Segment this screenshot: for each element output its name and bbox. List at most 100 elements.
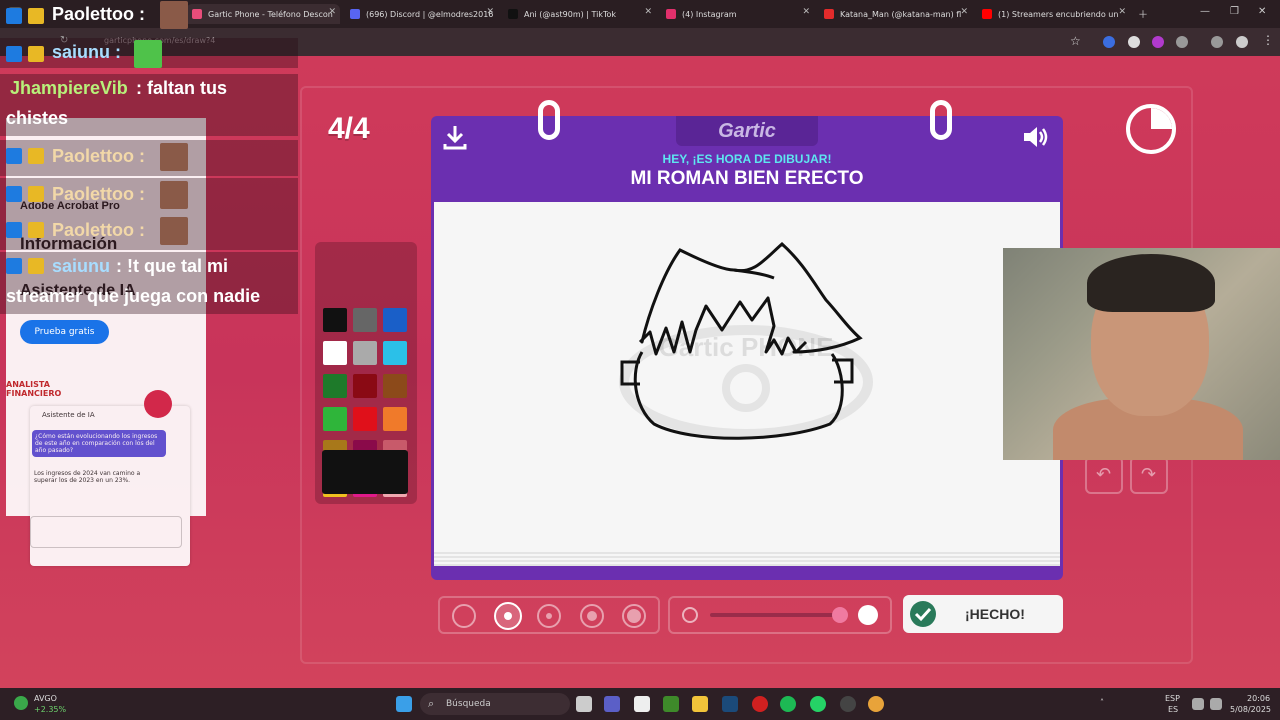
- slider-handle[interactable]: [832, 607, 848, 623]
- close-window-icon[interactable]: ✕: [1258, 6, 1266, 17]
- bookmark-star-icon[interactable]: ☆: [1070, 34, 1081, 48]
- app-icon[interactable]: [634, 696, 650, 712]
- ai-assistant-icon[interactable]: [144, 390, 172, 418]
- chat-username: JhampiereVib: [10, 78, 128, 98]
- slider-max-icon: [858, 605, 878, 625]
- close-tab-icon[interactable]: ✕: [802, 7, 810, 17]
- tab-katana[interactable]: Katana_Man (@katana-man) fl ✕: [818, 4, 972, 24]
- tab-discord[interactable]: (696) Discord | @elmodres2016 ✕: [344, 4, 498, 24]
- spotify-icon[interactable]: [780, 696, 796, 712]
- color-swatch[interactable]: [323, 407, 347, 431]
- drawing-canvas[interactable]: Gartic PHONE: [434, 202, 1060, 566]
- ai-question: ¿Cómo están evolucionando los ingresos d…: [32, 430, 166, 457]
- color-swatch[interactable]: [353, 341, 377, 365]
- media-control-icon[interactable]: [1211, 36, 1223, 48]
- extension-icon[interactable]: [1128, 36, 1140, 48]
- binder-ring-left: [538, 100, 560, 140]
- chrome-icon[interactable]: [868, 696, 884, 712]
- windows-start-icon[interactable]: [396, 696, 412, 712]
- color-swatch[interactable]: [323, 374, 347, 398]
- chat-message: chistes: [6, 108, 69, 128]
- minimize-icon[interactable]: —: [1200, 6, 1210, 17]
- color-swatch[interactable]: [383, 341, 407, 365]
- brush-size-4[interactable]: [580, 604, 604, 628]
- chat-username: saiunu :: [52, 42, 122, 62]
- color-swatch[interactable]: [383, 407, 407, 431]
- undo-icon: ↶: [1096, 464, 1112, 485]
- done-button[interactable]: ¡HECHO!: [903, 595, 1063, 633]
- brush-size-5[interactable]: [622, 604, 646, 628]
- redo-icon: ↷: [1141, 464, 1157, 485]
- teams-icon[interactable]: [604, 696, 620, 712]
- stock-widget-icon[interactable]: [14, 696, 28, 710]
- emote-icon: [134, 40, 162, 68]
- download-icon[interactable]: [440, 122, 470, 152]
- task-view-icon[interactable]: [576, 696, 592, 712]
- chat-line: Paolettoo :: [0, 140, 298, 176]
- badge-icon: [6, 186, 22, 202]
- steam-icon[interactable]: [722, 696, 738, 712]
- chat-line: chistes: [0, 104, 298, 136]
- instagram-favicon-icon: [666, 9, 676, 19]
- clock-date[interactable]: 5/08/2025: [1230, 705, 1271, 714]
- tab-instagram[interactable]: (4) Instagram ✕: [660, 4, 814, 24]
- taskbar-search[interactable]: ⌕ Búsqueda: [420, 693, 570, 715]
- record-icon[interactable]: [752, 696, 768, 712]
- timer-icon: [1126, 104, 1176, 154]
- canvas-edge: [434, 552, 1060, 566]
- minecraft-icon[interactable]: [663, 696, 679, 712]
- color-swatch[interactable]: [353, 407, 377, 431]
- close-tab-icon[interactable]: ✕: [960, 7, 968, 17]
- tab-tiktok[interactable]: Ani (@ast90m) | TikTok ✕: [502, 4, 656, 24]
- binder-ring-right: [930, 100, 952, 140]
- stock-change: +2.35%: [34, 705, 67, 714]
- color-swatch[interactable]: [323, 308, 347, 332]
- round-counter: 4/4: [328, 112, 370, 145]
- tray-chevron-icon[interactable]: ˄: [1100, 698, 1104, 707]
- new-tab-icon[interactable]: ＋: [1138, 6, 1148, 21]
- brush-size-1[interactable]: [452, 604, 476, 628]
- close-tab-icon[interactable]: ✕: [644, 7, 652, 17]
- color-swatch[interactable]: [383, 374, 407, 398]
- ai-answer: Los ingresos de 2024 van camino a supera…: [34, 470, 141, 484]
- color-swatch[interactable]: [383, 308, 407, 332]
- trial-button[interactable]: Prueba gratis: [20, 320, 109, 344]
- brush-size-2[interactable]: [494, 602, 522, 630]
- file-explorer-icon[interactable]: [692, 696, 708, 712]
- profile-avatar-icon[interactable]: [1236, 36, 1248, 48]
- maximize-icon[interactable]: ❐: [1230, 6, 1239, 17]
- extension-icon[interactable]: [1103, 36, 1115, 48]
- browser-menu-icon[interactable]: ⋮: [1262, 33, 1274, 47]
- badge-icon: [6, 46, 22, 62]
- brush-size-3[interactable]: [537, 604, 561, 628]
- obs-icon[interactable]: [840, 696, 856, 712]
- undo-button[interactable]: ↶: [1085, 456, 1123, 494]
- chat-line: Paolettoo :: [0, 0, 298, 30]
- language-1[interactable]: ESP: [1165, 694, 1180, 703]
- crown-icon: [28, 8, 44, 24]
- close-tab-icon[interactable]: ✕: [328, 7, 336, 17]
- close-tab-icon[interactable]: ✕: [1118, 7, 1126, 17]
- analyst-label: ANALISTA FINANCIERO: [6, 380, 62, 398]
- tab-youtube[interactable]: (1) Streamers encubriendo un ✕: [976, 4, 1130, 24]
- color-swatch[interactable]: [353, 374, 377, 398]
- extension-icon[interactable]: [1152, 36, 1164, 48]
- close-tab-icon[interactable]: ✕: [486, 7, 494, 17]
- volume-tray-icon[interactable]: [1210, 698, 1222, 710]
- emote-icon: [160, 181, 188, 209]
- color-swatch[interactable]: [353, 308, 377, 332]
- clock-time[interactable]: 20:06: [1247, 694, 1270, 703]
- slider-track[interactable]: [710, 613, 840, 617]
- chat-line: JhampiereVib : faltan tus: [0, 74, 298, 104]
- drawing-prompt: MI ROMAN BIEN ERECTO: [630, 168, 864, 189]
- redo-button[interactable]: ↷: [1130, 456, 1168, 494]
- emote-icon: [160, 217, 188, 245]
- badge-icon: [6, 148, 22, 164]
- color-swatch[interactable]: [323, 341, 347, 365]
- ai-assistant-title: Asistente de IA: [42, 411, 95, 419]
- ai-input[interactable]: [30, 516, 182, 548]
- whatsapp-icon[interactable]: [810, 696, 826, 712]
- network-icon[interactable]: [1192, 698, 1204, 710]
- volume-icon[interactable]: [1020, 122, 1050, 152]
- extensions-puzzle-icon[interactable]: [1176, 36, 1188, 48]
